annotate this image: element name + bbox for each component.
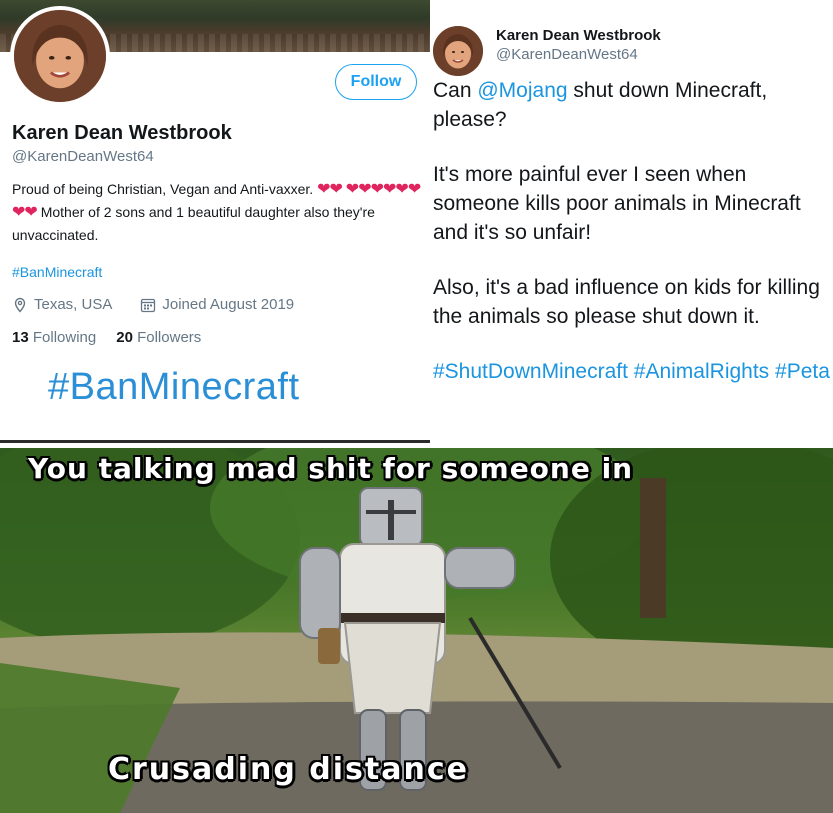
follow-button[interactable]: Follow: [335, 64, 417, 100]
tweet-author-name[interactable]: Karen Dean Westbrook: [496, 27, 661, 44]
bio-hashtag-link[interactable]: #BanMinecraft: [12, 264, 102, 280]
hashtag-link[interactable]: #ShutDownMinecraft: [433, 360, 628, 383]
meme-image: You talking mad shit for someone in Crus…: [0, 448, 833, 813]
meme-caption-top: You talking mad shit for someone in: [28, 452, 634, 485]
profile-location: Texas, USA: [34, 296, 113, 313]
mention-link[interactable]: @Mojang: [477, 79, 567, 102]
tweet-paragraph: Can @Mojang shut down Minecraft, please?: [433, 76, 833, 134]
tweet-hashtags: #ShutDownMinecraft #AnimalRights #Peta: [433, 357, 833, 386]
profile-meta: Texas, USA Joined August 2019: [12, 296, 294, 313]
following-link[interactable]: 13 Following: [12, 329, 96, 346]
profile-card: Follow Karen Dean Westbrook @KarenDeanWe…: [0, 0, 430, 445]
profile-stats: 13 Following 20 Followers: [12, 329, 201, 346]
calendar-icon: [140, 297, 156, 313]
followers-count: 20: [116, 329, 133, 346]
tweet-author-handle[interactable]: @KarenDeanWest64: [496, 46, 638, 63]
following-label: Following: [32, 329, 97, 346]
big-hashtag-text: #BanMinecraft: [48, 366, 300, 408]
tweet-paragraph: It's more painful ever I seen when someo…: [433, 163, 801, 244]
panel-divider: [0, 440, 430, 443]
meme-caption-bottom: Crusading distance: [108, 752, 469, 787]
hashtag-link[interactable]: #Peta: [775, 360, 830, 383]
tweet-body: Can @Mojang shut down Minecraft, please?…: [433, 76, 833, 412]
profile-handle: @KarenDeanWest64: [12, 148, 154, 165]
bio-text-2: Mother of 2 sons and 1 beautiful daughte…: [12, 204, 375, 243]
hashtag-link[interactable]: #AnimalRights: [634, 360, 769, 383]
following-count: 13: [12, 329, 29, 346]
followers-label: Followers: [137, 329, 202, 346]
profile-name: Karen Dean Westbrook: [12, 122, 232, 144]
followers-link[interactable]: 20 Followers: [116, 329, 201, 346]
profile-joined: Joined August 2019: [162, 296, 295, 313]
bio-text-1: Proud of being Christian, Vegan and Anti…: [12, 181, 314, 197]
tweet-avatar[interactable]: [433, 26, 483, 76]
profile-bio: Proud of being Christian, Vegan and Anti…: [12, 178, 422, 246]
tweet-paragraph: Also, it's a bad influence on kids for k…: [433, 276, 820, 328]
profile-avatar[interactable]: [10, 6, 110, 106]
tweet-text: Can: [433, 79, 478, 102]
location-pin-icon: [12, 297, 28, 313]
heart-emoji-icon: ❤❤: [317, 181, 343, 198]
